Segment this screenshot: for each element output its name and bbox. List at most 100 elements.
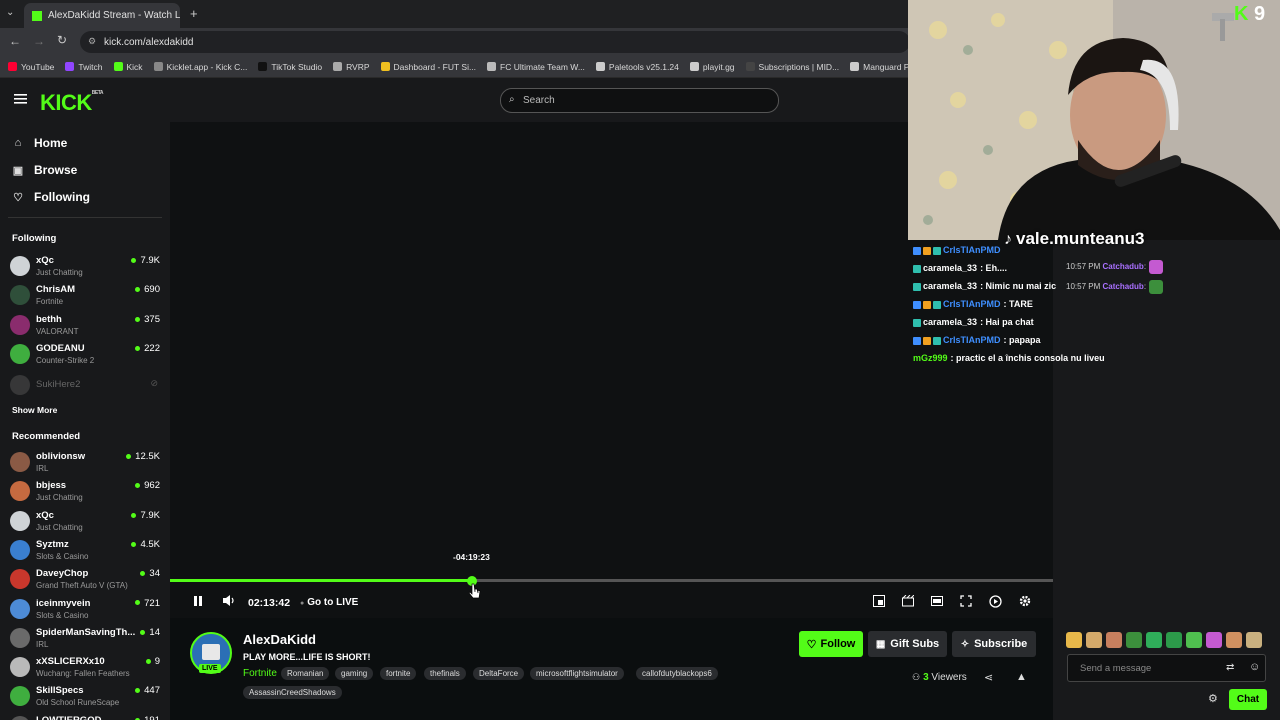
kick-logo[interactable]: KICKBETA [40, 90, 104, 116]
hamburger-menu-icon[interactable] [14, 93, 28, 105]
tag-chip[interactable]: callofdutyblackops6 [636, 667, 718, 680]
emote-icon[interactable] [1166, 632, 1182, 648]
bookmark-item[interactable]: Kicklet.app - Kick C... [153, 62, 247, 72]
nav-browse[interactable]: ▣ Browse [12, 163, 78, 177]
tag-chip[interactable]: DeltaForce [473, 667, 525, 680]
emote-icon[interactable] [1186, 632, 1202, 648]
bookmark-item[interactable]: RVRP [333, 62, 370, 72]
channel-category: VALORANT [36, 326, 79, 336]
emote-icon[interactable] [1146, 632, 1162, 648]
bookmark-item[interactable]: Dashboard - FUT Si... [380, 62, 476, 72]
sidebar-channel[interactable]: SpiderManSavingTh... IRL 14 [10, 625, 160, 653]
sidebar-channel-offline[interactable]: SukiHere2 ⊘ [10, 372, 160, 400]
sidebar-channel[interactable]: Syztmz Slots & Casino 4.5K [10, 537, 160, 565]
sidebar-channel[interactable]: oblivionsw IRL 12.5K [10, 449, 160, 477]
stream-title: PLAY MORE...LIFE IS SHORT! [243, 652, 371, 662]
sidebar-channel[interactable]: xXSLICERXx10 Wuchang: Fallen Feathers 9 [10, 654, 160, 682]
mini-player-icon[interactable] [873, 595, 885, 607]
emote-icon[interactable] [1066, 632, 1082, 648]
sidebar-channel[interactable]: DaveyChop Grand Theft Auto V (GTA) 34 [10, 566, 160, 594]
channel-name: SukiHere2 [36, 379, 81, 390]
site-info-icon[interactable]: ⚙ [88, 36, 96, 47]
emote-icon[interactable] [1206, 632, 1222, 648]
stream-category[interactable]: Fortnite [243, 668, 277, 679]
channel-category: Just Chatting [36, 493, 83, 503]
sidebar-channel[interactable]: SkillSpecs Old School RuneScape 447 [10, 683, 160, 711]
chat-emote-icon [1149, 280, 1164, 294]
search-input[interactable]: ⌕ Search [500, 88, 779, 113]
fullscreen-icon[interactable] [960, 595, 972, 607]
go-to-live-button[interactable]: ● Go to LIVE [300, 597, 358, 608]
chat-send-button[interactable]: Chat [1229, 689, 1267, 710]
subscribe-button[interactable]: ✧ Subscribe [952, 631, 1036, 657]
bookmark-favicon-icon [333, 62, 343, 71]
sidebar-channel[interactable]: bbjess Just Chatting 962 [10, 478, 160, 506]
follow-button[interactable]: ♡ Follow [799, 631, 863, 657]
forward-icon[interactable]: → [33, 34, 45, 48]
bookmark-label: FC Ultimate Team W... [500, 61, 585, 72]
streamer-name[interactable]: AlexDaKidd [243, 632, 316, 647]
bookmark-item[interactable]: Paletools v25.1.24 [595, 62, 679, 72]
bookmark-item[interactable]: Kick [113, 62, 143, 72]
tiktok-handle-text: vale.munteanu3 [1016, 229, 1145, 248]
avatar [10, 510, 30, 531]
sidebar-channel[interactable]: ChrisAM Fortnite 690 [10, 282, 160, 310]
chat-text: : Eh.... [980, 263, 1008, 273]
sidebar-channel[interactable]: bethh VALORANT 375 [10, 312, 160, 340]
bookmark-item[interactable]: YouTube [8, 62, 54, 72]
show-more-link[interactable]: Show More [12, 405, 57, 415]
bookmark-item[interactable]: Subscriptions | MID... [745, 62, 839, 72]
emote-icon[interactable] [1226, 632, 1242, 648]
translate-icon[interactable]: ⇄ [1226, 662, 1234, 673]
settings-gear-icon[interactable] [1019, 595, 1031, 607]
nav-following[interactable]: ♡ Following [12, 190, 90, 204]
tag-chip[interactable]: gaming [335, 667, 374, 680]
chat-message: 10:57 PM Catchadub: [1066, 260, 1164, 274]
report-icon[interactable]: ▲ [1016, 671, 1027, 683]
volume-icon[interactable] [222, 594, 236, 607]
tag-chip[interactable]: microsoftflightsimulator [530, 667, 624, 680]
gift-subs-button[interactable]: ▦ Gift Subs [868, 631, 947, 657]
tag-chip[interactable]: Romanian [281, 667, 330, 680]
clip-icon[interactable] [902, 595, 914, 607]
tag-chip[interactable]: fortnite [380, 667, 417, 680]
sidebar-channel[interactable]: iceinmyvein Slots & Casino 721 [10, 596, 160, 624]
bookmark-item[interactable]: playit.gg [689, 62, 735, 72]
chat-badge-icon [913, 336, 921, 345]
emoji-icon[interactable]: ☺ [1249, 661, 1260, 673]
new-tab-icon[interactable]: + [190, 6, 198, 21]
sidebar-channel[interactable]: xQc Just Chatting 7.9K [10, 253, 160, 281]
browser-tab-active[interactable]: AlexDaKidd Stream - Watch Liv ✕ [24, 3, 180, 28]
bookmark-favicon-icon [850, 62, 860, 71]
bookmark-item[interactable]: FC Ultimate Team W... [487, 62, 585, 72]
bookmark-favicon-icon [8, 62, 17, 71]
nav-home[interactable]: ⌂ Home [12, 136, 68, 150]
playback-speed-icon[interactable] [989, 595, 1002, 608]
chat-username: CrIsTIAnPMD [943, 299, 1001, 309]
tag-chip[interactable]: AssassinCreedShadows [243, 686, 342, 699]
emote-icon[interactable] [1086, 632, 1102, 648]
avatar [10, 657, 30, 678]
chat-message-input[interactable]: Send a message ⇄ ☺ [1067, 654, 1266, 682]
url-field[interactable]: ⚙ kick.com/alexdakidd [80, 31, 910, 53]
sidebar-channel[interactable]: GODEANU Counter-Strike 2 222 [10, 341, 160, 369]
share-icon[interactable]: ⋖ [984, 671, 993, 684]
theater-mode-icon[interactable] [931, 595, 943, 607]
chat-username: caramela_33 [923, 263, 978, 273]
chat-settings-icon[interactable]: ⚙ [1208, 692, 1218, 705]
emote-icon[interactable] [1126, 632, 1142, 648]
emote-icon[interactable] [1246, 632, 1262, 648]
avatar [10, 285, 30, 306]
bookmark-item[interactable]: TikTok Studio [258, 62, 322, 72]
channel-category: Grand Theft Auto V (GTA) [36, 581, 128, 591]
sidebar-channel[interactable]: xQc Just Chatting 7.9K [10, 508, 160, 536]
reload-icon[interactable]: ↻ [57, 33, 67, 47]
pause-icon[interactable] [193, 595, 203, 607]
url-text: kick.com/alexdakidd [104, 36, 194, 48]
tag-chip[interactable]: thefinals [424, 667, 466, 680]
sidebar-channel[interactable]: LOWTIERGOD 191 [10, 713, 160, 720]
bookmark-item[interactable]: Twitch [65, 62, 103, 72]
tab-list-chevron-icon[interactable]: ⌄ [6, 7, 14, 18]
back-icon[interactable]: ← [9, 34, 21, 48]
emote-icon[interactable] [1106, 632, 1122, 648]
